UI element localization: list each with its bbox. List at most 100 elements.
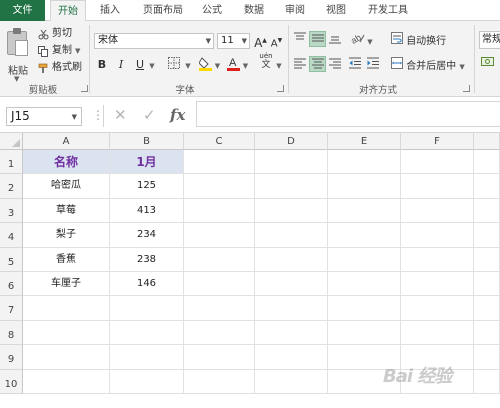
font-size-select[interactable]: 11 ▼: [217, 33, 250, 49]
align-left-button[interactable]: [293, 57, 307, 73]
borders-dropdown-icon[interactable]: ▼: [183, 58, 193, 74]
underline-dropdown-icon[interactable]: ▼: [147, 58, 157, 74]
empty-cell[interactable]: [184, 272, 255, 297]
fruit-name-cell[interactable]: 车厘子: [23, 272, 110, 297]
empty-cell[interactable]: [401, 296, 474, 321]
empty-cell[interactable]: [184, 223, 255, 248]
row-header-9[interactable]: 9: [0, 345, 23, 370]
row-header-7[interactable]: 7: [0, 296, 23, 321]
borders-button[interactable]: [166, 57, 182, 73]
row-header-3[interactable]: 3: [0, 198, 23, 224]
font-launcher-icon[interactable]: [277, 85, 284, 92]
fruit-name-cell[interactable]: 香蕉: [23, 247, 110, 272]
column-header-e[interactable]: E: [328, 133, 401, 150]
tab-developer[interactable]: 开发工具: [362, 0, 414, 21]
empty-cell[interactable]: [23, 320, 110, 346]
empty-cell[interactable]: [184, 369, 255, 394]
empty-cell[interactable]: [255, 150, 328, 175]
underline-button[interactable]: U: [133, 57, 147, 73]
enter-icon[interactable]: ✓: [143, 106, 156, 124]
quantity-cell[interactable]: 413: [110, 198, 184, 224]
copy-button[interactable]: 复制 ▼: [38, 44, 80, 58]
cut-button[interactable]: 剪切: [38, 27, 72, 41]
empty-cell[interactable]: [474, 369, 500, 394]
quantity-cell[interactable]: 125: [110, 174, 184, 199]
empty-cell[interactable]: [328, 198, 401, 224]
empty-cell[interactable]: [255, 296, 328, 321]
empty-cell[interactable]: [184, 320, 255, 346]
row-header-5[interactable]: 5: [0, 247, 23, 272]
column-header-d[interactable]: D: [255, 133, 328, 150]
empty-cell[interactable]: [401, 272, 474, 297]
empty-cell[interactable]: [110, 296, 184, 321]
empty-cell[interactable]: [255, 345, 328, 370]
empty-cell[interactable]: [184, 150, 255, 175]
tab-review[interactable]: 审阅: [279, 0, 311, 21]
column-header-f[interactable]: F: [401, 133, 474, 150]
chevron-down-icon[interactable]: ▼: [72, 109, 77, 126]
fill-color-button[interactable]: [197, 56, 213, 72]
empty-cell[interactable]: [255, 272, 328, 297]
align-top-button[interactable]: [293, 32, 307, 48]
empty-cell[interactable]: [328, 174, 401, 199]
font-color-button[interactable]: A: [225, 56, 241, 72]
empty-cell[interactable]: [474, 320, 500, 346]
merge-dropdown-icon[interactable]: ▼: [459, 63, 464, 71]
empty-cell[interactable]: [255, 223, 328, 248]
fruit-name-cell[interactable]: 梨子: [23, 223, 110, 248]
copy-dropdown-icon[interactable]: ▼: [75, 44, 80, 58]
empty-cell[interactable]: [23, 345, 110, 370]
empty-cell[interactable]: [110, 345, 184, 370]
empty-cell[interactable]: [184, 198, 255, 224]
bold-button[interactable]: B: [95, 57, 109, 73]
empty-cell[interactable]: [184, 247, 255, 272]
empty-cell[interactable]: [401, 223, 474, 248]
tab-page-layout[interactable]: 页面布局: [136, 0, 190, 21]
empty-cell[interactable]: [328, 150, 401, 175]
orientation-dropdown-icon[interactable]: ▼: [366, 34, 374, 50]
empty-cell[interactable]: [255, 320, 328, 346]
row-header-4[interactable]: 4: [0, 223, 23, 248]
empty-cell[interactable]: [110, 320, 184, 346]
quantity-cell[interactable]: 238: [110, 247, 184, 272]
empty-cell[interactable]: [474, 345, 500, 370]
column-header-c[interactable]: C: [184, 133, 255, 150]
tab-data[interactable]: 数据: [238, 0, 270, 21]
shrink-font-button[interactable]: A▼: [270, 33, 283, 49]
empty-cell[interactable]: [328, 247, 401, 272]
empty-cell[interactable]: [184, 174, 255, 199]
empty-cell[interactable]: [474, 198, 500, 224]
align-right-button[interactable]: [328, 57, 342, 73]
phonetic-dropdown-icon[interactable]: ▼: [275, 58, 283, 74]
grow-font-button[interactable]: A▲: [254, 33, 267, 50]
column-header-b[interactable]: B: [110, 133, 184, 150]
formula-input[interactable]: [196, 101, 500, 127]
empty-cell[interactable]: [401, 320, 474, 346]
empty-cell[interactable]: [23, 369, 110, 394]
alignment-launcher-icon[interactable]: [463, 85, 470, 92]
fruit-name-cell[interactable]: 草莓: [23, 198, 110, 224]
row-header-1[interactable]: 1: [0, 150, 23, 175]
fill-color-dropdown-icon[interactable]: ▼: [213, 58, 222, 74]
fruit-name-cell[interactable]: 哈密瓜: [23, 174, 110, 199]
decrease-indent-button[interactable]: [348, 57, 362, 73]
accounting-format-button[interactable]: [480, 56, 496, 72]
row-header-6[interactable]: 6: [0, 272, 23, 297]
paste-button[interactable]: [6, 28, 30, 58]
empty-cell[interactable]: [474, 296, 500, 321]
empty-cell[interactable]: [474, 150, 500, 175]
table-header-cell[interactable]: 1月: [110, 150, 184, 175]
empty-cell[interactable]: [255, 247, 328, 272]
row-header-8[interactable]: 8: [0, 320, 23, 346]
empty-cell[interactable]: [474, 247, 500, 272]
empty-cell[interactable]: [328, 272, 401, 297]
clipboard-launcher-icon[interactable]: [81, 85, 88, 92]
align-middle-button[interactable]: [309, 31, 326, 47]
empty-cell[interactable]: [184, 345, 255, 370]
cancel-icon[interactable]: ✕: [114, 106, 127, 124]
empty-cell[interactable]: [328, 296, 401, 321]
empty-cell[interactable]: [328, 223, 401, 248]
font-color-dropdown-icon[interactable]: ▼: [241, 58, 250, 74]
align-center-button[interactable]: [309, 56, 326, 72]
align-bottom-button[interactable]: [328, 32, 342, 48]
